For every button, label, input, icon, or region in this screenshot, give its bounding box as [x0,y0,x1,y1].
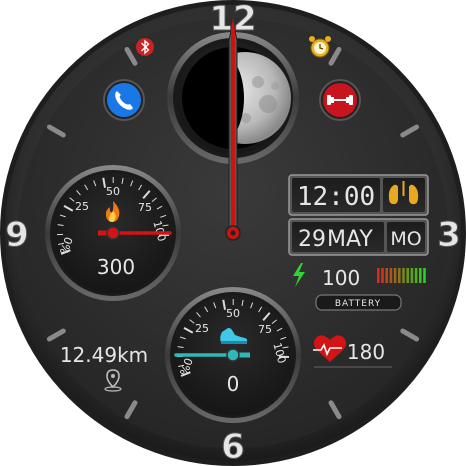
moon-phase-icon [192,51,291,145]
watch-face: 12 9 3 6 %0 25 50 75 100 300 %0 25 50 75… [0,0,466,466]
battery-bar [406,268,409,283]
steps-tick-50: 50 [226,307,240,320]
steps-gauge: %0 25 50 75 100 0 [165,287,301,423]
distance-value: 12.49km [60,343,148,367]
battery-bar [414,268,418,283]
battery-bar [398,268,401,283]
steps-tick-75: 75 [258,323,272,336]
calories-tick-50: 50 [106,185,120,198]
digital-time-panel: 12:00 [288,174,429,216]
numeral-9: 9 [5,215,29,255]
steps-value: 0 [227,372,240,396]
calories-tick-75: 75 [138,201,152,214]
calories-value: 300 [97,255,135,279]
calories-needle-hub [106,226,120,240]
steps-needle-hub [226,348,240,362]
fitness-button[interactable] [319,79,361,121]
hands-center-pin [230,230,236,236]
battery-bar [423,268,426,283]
bluetooth-icon [136,38,154,56]
battery-label: BATTERY [335,299,381,309]
battery-bar [402,268,405,283]
date-weekday: MO [390,228,421,250]
calories-tick-25: 25 [75,200,89,213]
digital-date-panel: 29 MAY MO [288,218,429,256]
date-month: MAY [327,227,373,252]
minute-hand [231,18,235,233]
steps-tick-25: 25 [195,322,209,335]
battery-value: 100 [322,266,360,290]
date-day: 29 [298,227,326,252]
battery-bar [385,268,388,283]
calories-gauge: %0 25 50 75 100 300 [45,165,181,301]
battery-bar [393,268,397,283]
battery-bar [381,268,384,283]
battery-bar [377,268,380,283]
numeral-3: 3 [437,215,461,255]
battery-bar [410,268,414,283]
phone-button[interactable] [103,79,145,121]
digital-time: 12:00 [297,182,375,212]
battery-bar [419,268,422,283]
battery-bar [389,268,393,283]
heart-rate-value: 180 [347,340,385,364]
numeral-6: 6 [221,427,245,466]
